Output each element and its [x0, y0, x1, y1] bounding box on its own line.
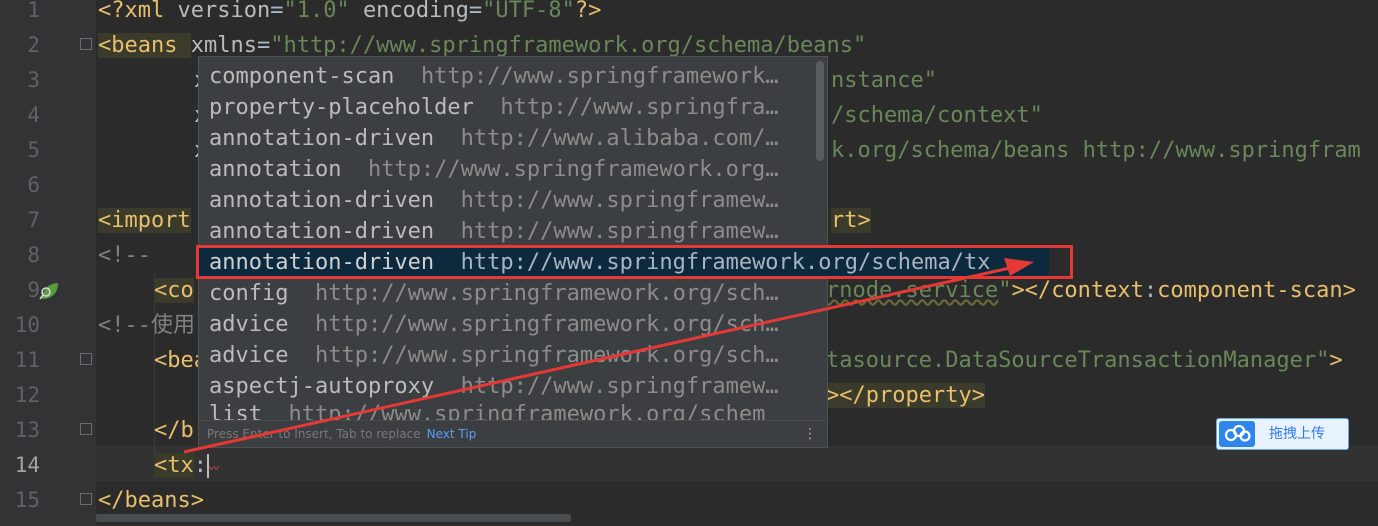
drag-upload-button[interactable]: 拖拽上传	[1216, 418, 1349, 450]
code-line-1: <?xml version="1.0" encoding="UTF-8"?>	[98, 0, 602, 23]
fold-marker-icon[interactable]	[80, 38, 92, 50]
code-line-4-tail: /schema/context"	[831, 103, 1043, 128]
code-line-5-tail: k.org/schema/beans http://www.springfram	[831, 138, 1361, 163]
fold-marker-icon[interactable]	[80, 493, 92, 505]
code-line-10: <!--使用	[98, 313, 195, 338]
completion-item[interactable]: aspectj-autoproxy http://www.springframe…	[199, 371, 811, 402]
annotation-highlight-box	[196, 245, 1073, 279]
line-number-gutter: 1 2 3 4 5 6 7 8 9 10 11 12 13 14 15	[0, 0, 96, 526]
completion-item[interactable]: config http://www.springframework.org/sc…	[199, 278, 811, 309]
line-number: 11	[14, 348, 40, 372]
fold-marker-icon[interactable]	[80, 353, 92, 365]
code-line-12-tail: ></property>	[826, 383, 985, 408]
line-number: 6	[27, 173, 40, 197]
fold-marker-icon[interactable]	[80, 423, 92, 435]
popup-hint-text: Press Enter to Insert, Tab to replace	[207, 427, 421, 441]
completion-item[interactable]: advice http://www.springframework.org/sc…	[199, 309, 811, 340]
completion-item[interactable]: annotation http://www.springframework.or…	[199, 154, 811, 185]
line-number: 9	[27, 278, 40, 302]
line-number: 12	[14, 383, 40, 407]
line-number: 15	[14, 488, 40, 512]
code-line-15: </beans>	[98, 488, 204, 513]
completion-item[interactable]: annotation-driven http://www.springframe…	[199, 216, 811, 247]
horizontal-scrollbar[interactable]	[96, 514, 571, 522]
completion-item[interactable]: list http://www.springframework.org/sche…	[199, 402, 811, 420]
next-tip-link[interactable]: Next Tip	[427, 427, 477, 441]
code-line-7-tail: rt>	[831, 208, 871, 233]
code-line-11-tail: tasource.DataSourceTransactionManager">	[826, 348, 1343, 373]
line-number: 1	[27, 0, 40, 22]
popup-scrollbar[interactable]	[816, 61, 824, 161]
bean-scan-gutter-icon[interactable]	[38, 281, 60, 303]
completion-item[interactable]: component-scan http://www.springframewor…	[199, 61, 811, 92]
line-number: 2	[27, 33, 40, 57]
completion-item[interactable]: advice http://www.springframework.org/sc…	[199, 340, 811, 371]
completion-item[interactable]: annotation-driven http://www.alibaba.com…	[199, 123, 811, 154]
code-line-3-tail: nstance"	[831, 68, 937, 93]
code-line-13: </b	[154, 418, 194, 443]
code-line-7: <import	[98, 208, 191, 233]
line-number: 5	[27, 138, 40, 162]
line-number-current: 14	[14, 453, 40, 477]
line-number: 7	[27, 208, 40, 232]
cloud-icon	[1219, 421, 1255, 447]
line-number: 13	[14, 418, 40, 442]
code-line-14[interactable]: <tx: 〰	[154, 448, 219, 483]
line-number: 10	[14, 313, 40, 337]
code-line-9: <co	[154, 278, 194, 303]
popup-footer: Press Enter to Insert, Tab to replace Nex…	[199, 420, 827, 447]
line-number: 4	[27, 103, 40, 127]
more-options-icon[interactable]: ⋮	[803, 421, 817, 447]
completion-item[interactable]: property-placeholder http://www.springfr…	[199, 92, 811, 123]
completion-item[interactable]: annotation-driven http://www.springframe…	[199, 185, 811, 216]
code-line-8: <!--	[98, 243, 151, 268]
line-number: 3	[27, 68, 40, 92]
upload-button-label: 拖拽上传	[1269, 426, 1325, 442]
line-number: 8	[27, 243, 40, 267]
